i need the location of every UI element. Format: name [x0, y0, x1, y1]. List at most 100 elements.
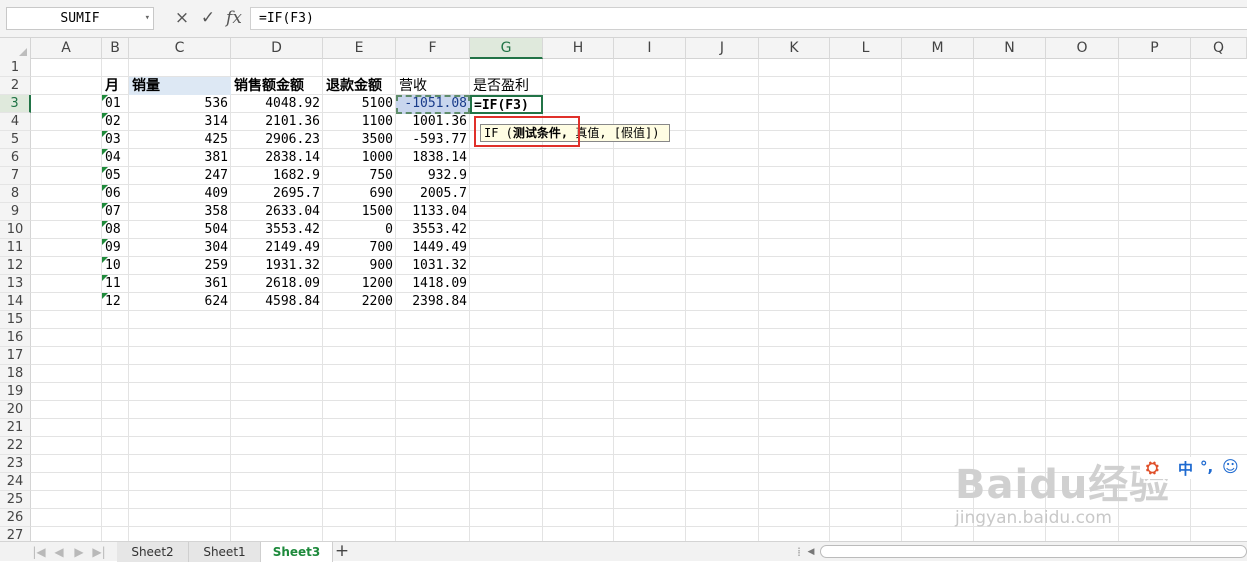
month-cell[interactable]: 01	[102, 95, 129, 113]
revenue-cell[interactable]: 1031.32	[396, 257, 470, 275]
revenue-cell[interactable]: 1449.49	[396, 239, 470, 257]
sales-cell[interactable]: 2906.23	[231, 131, 323, 149]
first-sheet-icon[interactable]: |◀	[30, 542, 48, 562]
month-cell[interactable]: 09	[102, 239, 129, 257]
sales-cell[interactable]: 2149.49	[231, 239, 323, 257]
active-cell-g3[interactable]: =IF(F3)	[470, 95, 543, 114]
revenue-cell[interactable]: 1838.14	[396, 149, 470, 167]
revenue-cell[interactable]: 1001.36	[396, 113, 470, 131]
qty-cell[interactable]: 504	[129, 221, 231, 239]
row-header-10[interactable]: 10	[0, 221, 31, 239]
refund-cell[interactable]: 1000	[323, 149, 396, 167]
row-header-11[interactable]: 11	[0, 239, 31, 257]
header-cell-b[interactable]: 月	[102, 77, 129, 95]
row-header-17[interactable]: 17	[0, 347, 31, 365]
row-header-1[interactable]: 1	[0, 59, 31, 77]
prev-sheet-icon[interactable]: ◀	[50, 542, 68, 562]
scroll-left-icon[interactable]: ◀	[802, 542, 820, 562]
row-header-13[interactable]: 13	[0, 275, 31, 293]
column-header-k[interactable]: K	[759, 38, 830, 59]
sales-cell[interactable]: 2695.7	[231, 185, 323, 203]
horizontal-scrollbar[interactable]	[820, 545, 1247, 558]
header-cell-g[interactable]: 是否盈利	[470, 77, 543, 95]
month-cell[interactable]: 10	[102, 257, 129, 275]
row-header-25[interactable]: 25	[0, 491, 31, 509]
refund-cell[interactable]: 5100	[323, 95, 396, 113]
qty-cell[interactable]: 409	[129, 185, 231, 203]
month-cell[interactable]: 03	[102, 131, 129, 149]
column-header-h[interactable]: H	[543, 38, 614, 59]
refund-cell[interactable]: 700	[323, 239, 396, 257]
row-header-19[interactable]: 19	[0, 383, 31, 401]
sales-cell[interactable]: 4598.84	[231, 293, 323, 311]
column-header-d[interactable]: D	[231, 38, 323, 59]
qty-cell[interactable]: 247	[129, 167, 231, 185]
row-header-20[interactable]: 20	[0, 401, 31, 419]
sales-cell[interactable]: 2101.36	[231, 113, 323, 131]
row-header-7[interactable]: 7	[0, 167, 31, 185]
sales-cell[interactable]: 4048.92	[231, 95, 323, 113]
row-header-12[interactable]: 12	[0, 257, 31, 275]
column-header-n[interactable]: N	[974, 38, 1046, 59]
row-header-5[interactable]: 5	[0, 131, 31, 149]
month-cell[interactable]: 11	[102, 275, 129, 293]
sales-cell[interactable]: 2618.09	[231, 275, 323, 293]
column-header-p[interactable]: P	[1119, 38, 1191, 59]
last-sheet-icon[interactable]: ▶|	[90, 542, 108, 562]
revenue-cell[interactable]: 932.9	[396, 167, 470, 185]
month-cell[interactable]: 06	[102, 185, 129, 203]
qty-cell[interactable]: 304	[129, 239, 231, 257]
sales-cell[interactable]: 2633.04	[231, 203, 323, 221]
name-box[interactable]: SUMIF ▾	[6, 7, 154, 30]
row-header-8[interactable]: 8	[0, 185, 31, 203]
qty-cell[interactable]: 259	[129, 257, 231, 275]
header-cell-c[interactable]: 销量	[129, 77, 231, 95]
row-header-15[interactable]: 15	[0, 311, 31, 329]
refund-cell[interactable]: 750	[323, 167, 396, 185]
revenue-cell[interactable]: 3553.42	[396, 221, 470, 239]
revenue-cell[interactable]: 1418.09	[396, 275, 470, 293]
month-cell[interactable]: 05	[102, 167, 129, 185]
sheet-tab-sheet3[interactable]: Sheet3	[261, 542, 333, 562]
refund-cell[interactable]: 900	[323, 257, 396, 275]
column-header-m[interactable]: M	[902, 38, 974, 59]
column-header-b[interactable]: B	[102, 38, 129, 59]
sheet-tab-sheet2[interactable]: Sheet2	[117, 542, 189, 562]
month-cell[interactable]: 12	[102, 293, 129, 311]
refund-cell[interactable]: 690	[323, 185, 396, 203]
revenue-cell[interactable]: -1051.08	[396, 95, 470, 113]
row-header-23[interactable]: 23	[0, 455, 31, 473]
sales-cell[interactable]: 1682.9	[231, 167, 323, 185]
row-header-2[interactable]: 2	[0, 77, 31, 95]
column-header-c[interactable]: C	[129, 38, 231, 59]
month-cell[interactable]: 04	[102, 149, 129, 167]
revenue-cell[interactable]: 2398.84	[396, 293, 470, 311]
row-header-22[interactable]: 22	[0, 437, 31, 455]
qty-cell[interactable]: 381	[129, 149, 231, 167]
month-cell[interactable]: 07	[102, 203, 129, 221]
sales-cell[interactable]: 1931.32	[231, 257, 323, 275]
column-header-j[interactable]: J	[686, 38, 759, 59]
revenue-cell[interactable]: -593.77	[396, 131, 470, 149]
qty-cell[interactable]: 536	[129, 95, 231, 113]
add-sheet-button[interactable]: +	[332, 542, 352, 562]
row-header-14[interactable]: 14	[0, 293, 31, 311]
punctuation-icon[interactable]: °,	[1200, 458, 1213, 476]
column-header-g[interactable]: G	[470, 38, 543, 59]
month-cell[interactable]: 02	[102, 113, 129, 131]
confirm-icon[interactable]: ✓	[196, 6, 220, 30]
select-all-corner[interactable]	[0, 38, 31, 59]
column-header-l[interactable]: L	[830, 38, 902, 59]
chevron-down-icon[interactable]: ▾	[145, 8, 150, 29]
row-header-6[interactable]: 6	[0, 149, 31, 167]
refund-cell[interactable]: 2200	[323, 293, 396, 311]
qty-cell[interactable]: 425	[129, 131, 231, 149]
ime-toolbar[interactable]: ⛭ 中 °, ☺	[1140, 457, 1247, 479]
refund-cell[interactable]: 0	[323, 221, 396, 239]
refund-cell[interactable]: 1200	[323, 275, 396, 293]
row-header-4[interactable]: 4	[0, 113, 31, 131]
refund-cell[interactable]: 3500	[323, 131, 396, 149]
column-header-e[interactable]: E	[323, 38, 396, 59]
row-header-9[interactable]: 9	[0, 203, 31, 221]
smiley-icon[interactable]: ☺	[1222, 457, 1239, 476]
